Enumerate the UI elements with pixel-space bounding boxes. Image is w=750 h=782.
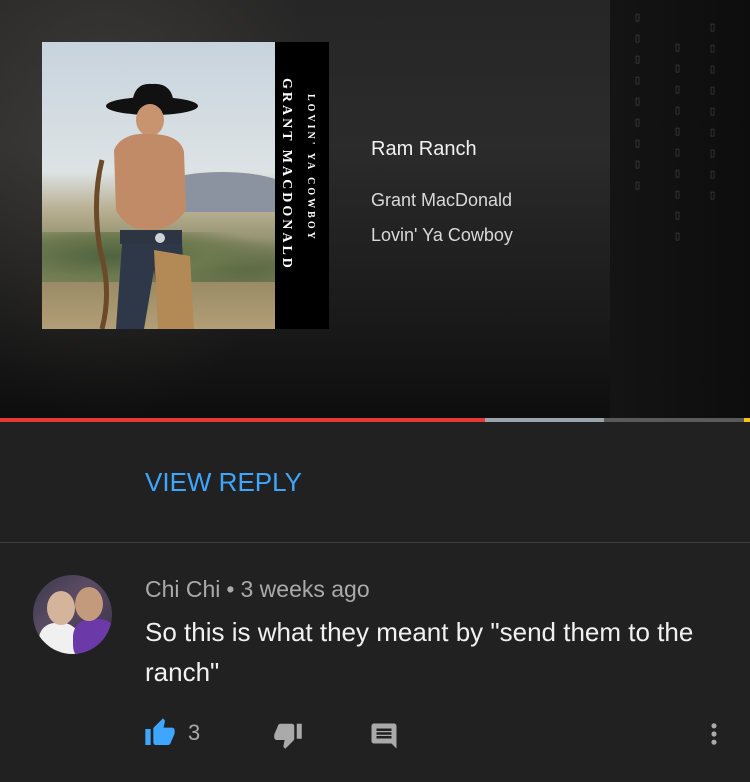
thumbs-up-icon[interactable] [143, 717, 177, 749]
comment-time: 3 weeks ago [240, 576, 370, 602]
comment-text: So this is what they meant by "send them… [145, 617, 694, 687]
cowboy-figure [93, 83, 198, 329]
cover-photo [42, 42, 292, 329]
background-glyph: ▯▯▯▯▯▯▯▯▯ [705, 20, 720, 209]
background-glyph: ▯▯▯▯▯▯▯▯▯ [630, 10, 645, 199]
cover-album-text: LOVIN' YA COWBOY [305, 94, 316, 242]
like-count: 3 [188, 720, 201, 745]
background-dark-strip: ▯▯▯▯▯▯▯▯▯ ▯▯▯▯▯▯▯▯▯▯ ▯▯▯▯▯▯▯▯▯ [610, 0, 750, 418]
more-vert-icon[interactable] [700, 718, 728, 750]
avatar[interactable] [33, 575, 112, 654]
progress-played [0, 418, 485, 422]
thumbs-down-icon[interactable] [272, 720, 304, 750]
track-artist: Grant MacDonald [371, 190, 513, 210]
progress-buffered [485, 418, 604, 422]
meta-separator: • [226, 576, 235, 602]
view-reply-button[interactable]: VIEW REPLY [145, 467, 302, 498]
comment-meta: Chi Chi • 3 weeks ago [145, 576, 370, 603]
cover-artist-text: GRANT MACDONALD [279, 78, 294, 271]
cover-spine: GRANT MACDONALD LOVIN' YA COWBOY [275, 42, 329, 329]
progress-end-marker [744, 418, 750, 422]
comment-icon[interactable] [369, 721, 399, 751]
progress-bar[interactable] [0, 418, 750, 422]
video-player[interactable]: ▯▯▯▯▯▯▯▯▯ ▯▯▯▯▯▯▯▯▯▯ ▯▯▯▯▯▯▯▯▯ GRANT MAC… [0, 0, 750, 418]
divider [0, 542, 750, 543]
track-title: Ram Ranch [371, 138, 477, 160]
comment-author[interactable]: Chi Chi [145, 576, 220, 602]
album-cover: GRANT MACDONALD LOVIN' YA COWBOY [42, 42, 329, 329]
background-glyph: ▯▯▯▯▯▯▯▯▯▯ [670, 40, 685, 250]
track-album: Lovin' Ya Cowboy [371, 225, 513, 245]
